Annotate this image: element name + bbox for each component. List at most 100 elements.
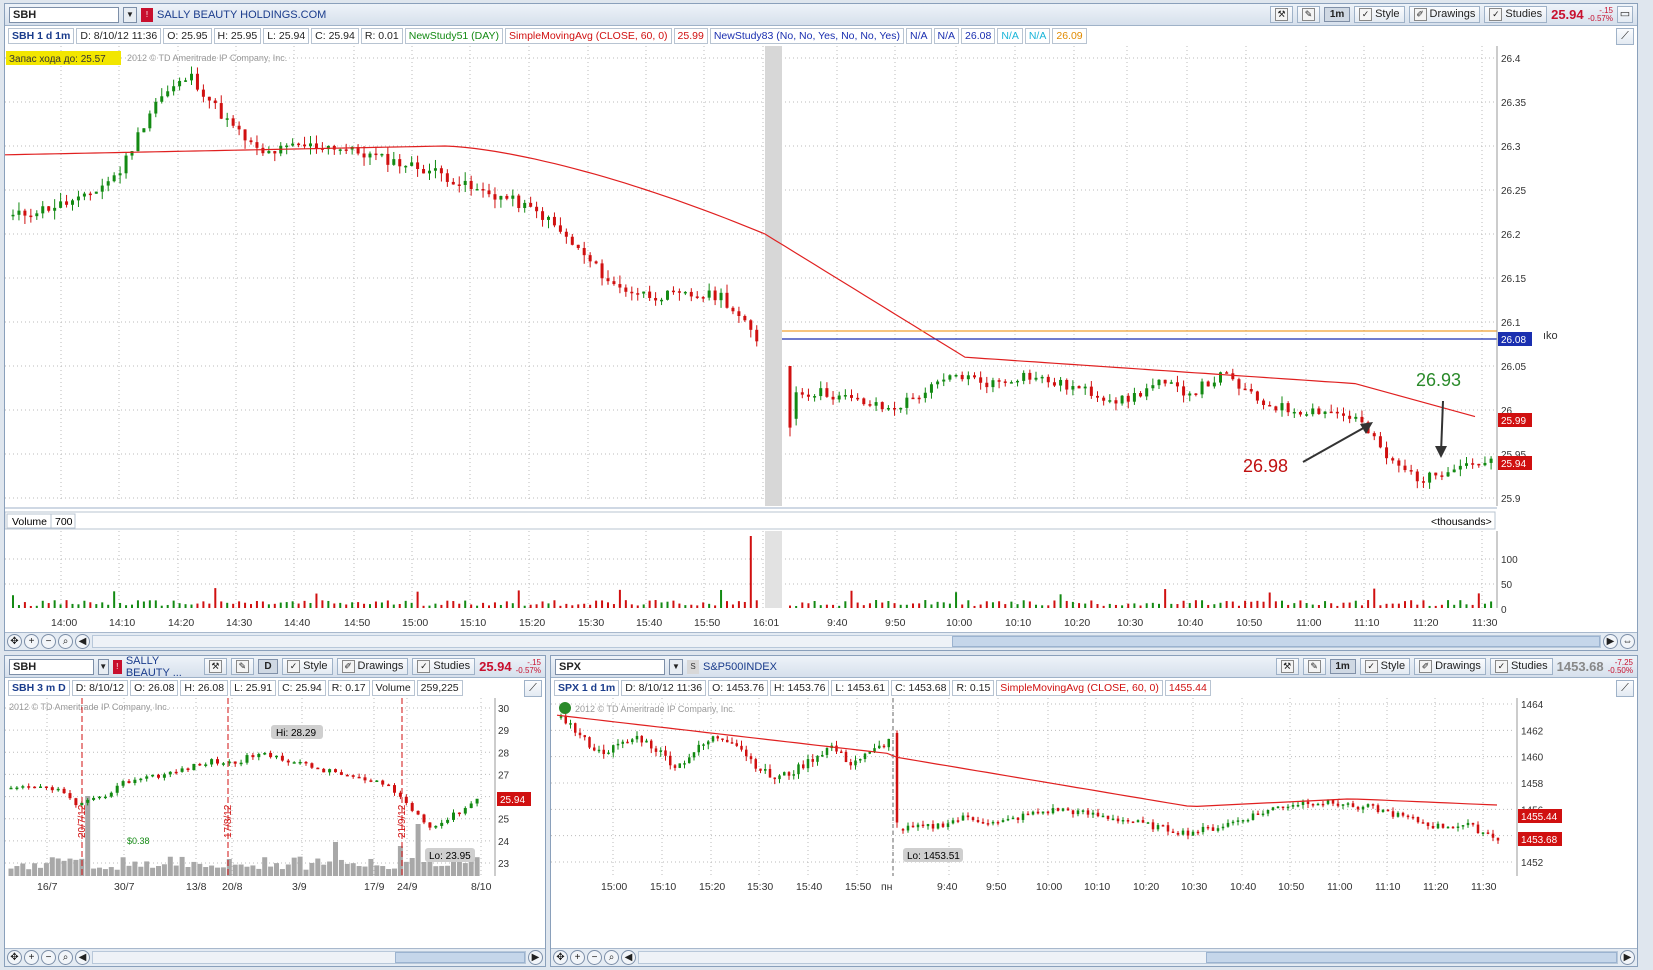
drawings-button[interactable]: ✐ Drawings — [1408, 6, 1481, 23]
study-newstudy51[interactable]: NewStudy51 (DAY) — [404, 28, 503, 44]
price-candle — [1255, 391, 1259, 401]
symbol-dropdown-icon[interactable]: ▼ — [123, 6, 137, 23]
left-volume-bar — [409, 857, 415, 876]
right-zoom-out-icon[interactable]: − — [587, 950, 602, 965]
price-tick-label: 26.2 — [1501, 230, 1521, 241]
main-symbol-input[interactable]: SBH — [9, 6, 119, 23]
left-aggregation-button[interactable]: D — [257, 659, 279, 674]
right-price-candle — [783, 772, 786, 776]
volume-bar — [813, 601, 816, 608]
left-scrollbar[interactable]: ✥ + − ⌕ ◀ ▶ — [5, 948, 545, 966]
studies-label: Studies — [1505, 8, 1543, 20]
price-candle — [1280, 403, 1284, 411]
zoom-in-icon[interactable]: + — [24, 634, 39, 649]
right-symbol-input[interactable]: SPX — [555, 658, 665, 675]
right-price-candle — [1216, 828, 1220, 831]
left-price-tick-label: 23 — [498, 859, 510, 870]
right-chart-settings-button[interactable]: ⟋ — [1616, 679, 1634, 697]
right-symbol-dropdown-icon[interactable]: ▼ — [669, 658, 683, 675]
left-scroll-thumb[interactable] — [395, 952, 525, 963]
right-settings-button[interactable]: ⚒ — [1275, 658, 1299, 675]
volume-bar — [339, 602, 342, 608]
right-alert-icon[interactable]: S — [687, 659, 699, 674]
left-zoom-out-icon[interactable]: − — [41, 950, 56, 965]
right-drawings-button[interactable]: ✐ Drawings — [1414, 658, 1486, 675]
price-candle — [416, 162, 420, 170]
left-info-bar: SBH 3 m D D: 8/10/12 O: 26.08 H: 26.08 L… — [5, 678, 545, 698]
right-time-tick-label: 15:50 — [845, 881, 871, 893]
right-price-candle — [1141, 820, 1145, 823]
right-sma-line — [556, 714, 1498, 808]
left-scroll-track[interactable] — [92, 951, 526, 964]
info-icon[interactable] — [559, 702, 571, 714]
left-pan-icon[interactable]: ✥ — [7, 950, 22, 965]
study-sma[interactable]: SimpleMovingAvg (CLOSE, 60, 0) — [505, 28, 672, 44]
right-aggregation-button[interactable]: 1m — [1329, 659, 1356, 674]
pan-icon[interactable]: ✥ — [7, 634, 22, 649]
left-zoom-in-icon[interactable]: + — [24, 950, 39, 965]
volume-bar — [875, 600, 878, 608]
left-wrench-icon: ⚒ — [208, 660, 222, 673]
left-symbol-dropdown-icon[interactable]: ▼ — [97, 658, 109, 675]
price-candle — [1102, 397, 1106, 401]
left-scroll-left-icon[interactable]: ◀ — [75, 950, 90, 965]
aggregation-button[interactable]: 1m — [1324, 7, 1351, 22]
left-price-candle — [74, 798, 78, 806]
main-price-chart[interactable]: Запас хода до: 25.57 2012 © TD Ameritrad… — [5, 46, 1637, 646]
studies-button[interactable]: ✓ Studies — [1484, 6, 1548, 23]
maximize-button[interactable]: ▭ — [1617, 6, 1633, 23]
expand-icon[interactable]: ⇔ — [1620, 634, 1635, 649]
right-studies-button[interactable]: ✓ Studies — [1489, 658, 1553, 675]
left-price-candle — [92, 797, 96, 800]
left-settings-button[interactable]: ⚒ — [203, 658, 227, 675]
scroll-thumb[interactable] — [951, 636, 1600, 647]
left-alert-icon[interactable]: ! — [112, 659, 122, 674]
left-tools-button[interactable]: ✎ — [230, 658, 254, 675]
right-zoom-in-icon[interactable]: + — [570, 950, 585, 965]
volume-bar — [53, 600, 56, 608]
left-style-button[interactable]: ✓ Style — [282, 658, 333, 675]
right-price-candle — [797, 764, 800, 775]
right-study-sma[interactable]: SimpleMovingAvg (CLOSE, 60, 0) — [996, 680, 1163, 696]
right-scroll-track[interactable] — [638, 951, 1618, 964]
right-scroll-thumb[interactable] — [1206, 952, 1617, 963]
study-newstudy83[interactable]: NewStudy83 (No, No, Yes, No, No, Yes) — [709, 28, 905, 44]
left-symbol-input[interactable]: SBH — [9, 658, 94, 675]
alert-icon[interactable]: ! — [141, 7, 153, 22]
left-drawings-button[interactable]: ✐ Drawings — [336, 658, 409, 675]
chart-settings-button[interactable]: ⟋ — [1616, 27, 1634, 45]
volume-bar — [583, 603, 586, 608]
style-button[interactable]: ✓ Style — [1354, 6, 1405, 23]
left-chart-settings-button[interactable]: ⟋ — [524, 679, 542, 697]
right-scroll-right-icon[interactable]: ▶ — [1620, 950, 1635, 965]
right-tools-button[interactable]: ✎ — [1302, 658, 1326, 675]
zoom-out-icon[interactable]: − — [41, 634, 56, 649]
price-candle — [535, 206, 539, 212]
right-price-candle — [878, 745, 881, 749]
scroll-left-icon[interactable]: ◀ — [75, 634, 90, 649]
price-candle — [880, 402, 884, 410]
volume-bar — [1139, 605, 1142, 608]
right-zoom-box-icon[interactable]: ⌕ — [604, 950, 619, 965]
price-candle — [1440, 475, 1444, 477]
tools-button[interactable]: ✎ — [1297, 6, 1321, 23]
price-candle — [886, 407, 890, 410]
settings-button[interactable]: ⚒ — [1270, 6, 1294, 23]
right-price-chart[interactable]: 2012 © TD Ameritrade IP Company, Inc. Lo… — [551, 698, 1637, 948]
scroll-track[interactable] — [92, 635, 1601, 648]
right-pan-icon[interactable]: ✥ — [553, 950, 568, 965]
main-scrollbar[interactable]: ✥ + − ⌕ ◀ ▶ ⇔ — [5, 632, 1637, 650]
right-scroll-left-icon[interactable]: ◀ — [621, 950, 636, 965]
right-style-button[interactable]: ✓ Style — [1359, 658, 1411, 675]
left-scroll-right-icon[interactable]: ▶ — [528, 950, 543, 965]
left-price-chart[interactable]: 2012 © TD Ameritrade IP Company, Inc. Hi… — [5, 698, 545, 948]
right-scrollbar[interactable]: ✥ + − ⌕ ◀ ▶ — [551, 948, 1637, 966]
scroll-right-icon[interactable]: ▶ — [1603, 634, 1618, 649]
price-candle — [1237, 379, 1241, 389]
left-zoom-box-icon[interactable]: ⌕ — [58, 950, 73, 965]
left-studies-button[interactable]: ✓ Studies — [412, 658, 476, 675]
right-price-candle — [1366, 804, 1370, 807]
volume-bar — [273, 603, 276, 608]
zapas-text: Запас хода до: 25.57 — [9, 54, 106, 65]
zoom-box-icon[interactable]: ⌕ — [58, 634, 73, 649]
